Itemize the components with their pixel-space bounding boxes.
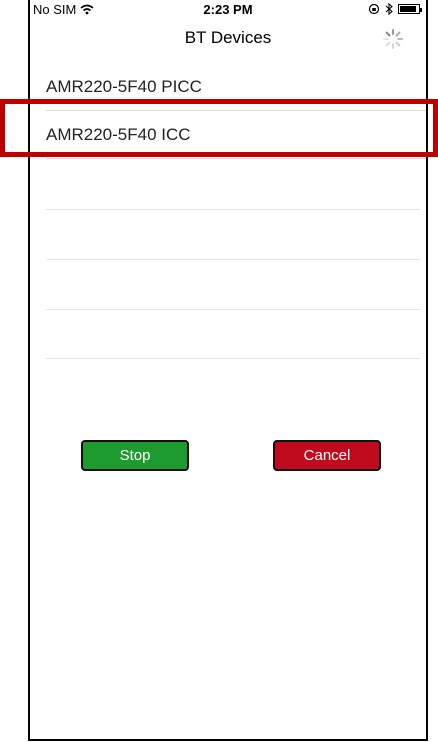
activity-spinner-icon [383, 29, 403, 49]
stop-button[interactable]: Stop [81, 440, 189, 471]
page-title: BT Devices [184, 28, 272, 47]
device-row-picc[interactable]: AMR220-5F40 PICC [46, 64, 426, 111]
status-time: 2:23 PM [203, 2, 253, 17]
device-name: AMR220-5F40 ICC [46, 125, 191, 144]
table-row-divider [46, 259, 420, 260]
bluetooth-icon [385, 3, 393, 15]
battery-icon [398, 4, 422, 14]
table-row-divider [46, 209, 420, 210]
device-name: AMR220-5F40 PICC [46, 77, 202, 96]
table-row-divider [46, 309, 420, 310]
device-row-icc[interactable]: AMR220-5F40 ICC [46, 112, 426, 159]
status-bar: No SIM 2:23 PM [30, 0, 426, 22]
phone-screen: No SIM 2:23 PM BT Devices AMR220-5F40 PI… [28, 0, 428, 741]
status-icons [368, 3, 422, 15]
table-row-divider [46, 358, 420, 359]
rotation-lock-icon [368, 3, 380, 15]
cancel-button[interactable]: Cancel [273, 440, 381, 471]
